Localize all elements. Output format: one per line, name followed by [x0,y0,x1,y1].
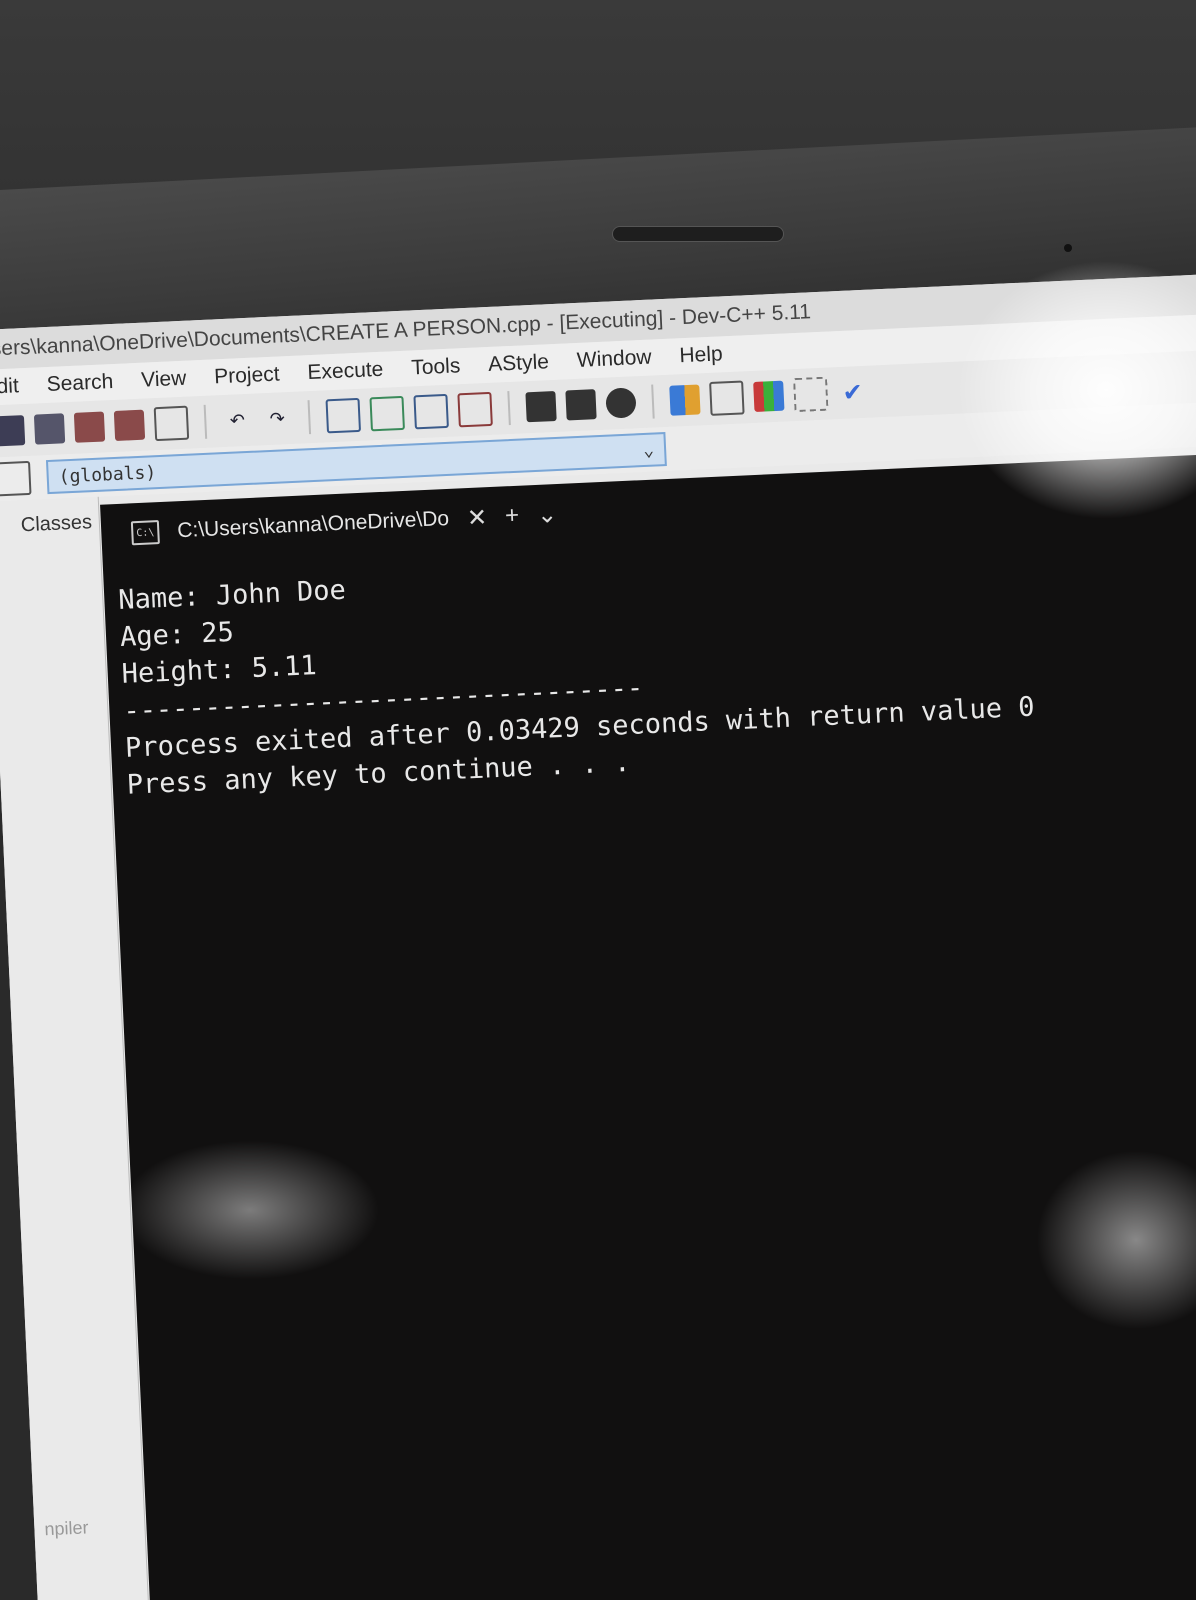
console-tab-title[interactable]: C:\Users\kanna\OneDrive\Do [177,507,450,543]
toolbar-separator [507,391,511,426]
menu-execute[interactable]: Execute [307,358,384,385]
menu-view[interactable]: View [141,367,187,393]
chevron-down-icon[interactable]: ⌄ [643,439,655,460]
window-icon[interactable] [709,380,745,416]
find-icon[interactable] [325,397,362,434]
menu-astyle[interactable]: AStyle [488,350,550,377]
new-project-icon[interactable] [669,384,701,416]
menu-search[interactable]: Search [46,370,114,397]
indent-icon[interactable] [413,393,449,430]
book-icon[interactable] [0,460,32,497]
new-tab-icon[interactable]: + [504,502,519,531]
menu-help[interactable]: Help [679,342,723,368]
menu-tools[interactable]: Tools [411,354,461,380]
save-all-icon[interactable] [33,413,66,445]
close-icon[interactable]: ✕ [466,503,487,533]
menu-window[interactable]: Window [576,346,652,373]
compiler-tab-label[interactable]: npiler [44,1517,89,1540]
photo: sers\kanna\OneDrive\Documents\CREATE A P… [0,0,1196,1600]
undo-icon[interactable]: ↶ [222,405,253,436]
tab-classes[interactable]: Classes [0,497,99,539]
console-window: C:\ C:\Users\kanna\OneDrive\Do ✕ + ⌄ Nam… [100,453,1196,1600]
webcam-dot [1064,244,1072,252]
close-all-icon[interactable] [113,409,146,441]
webcam-slot [612,226,784,242]
toolbar-separator [203,404,208,439]
light-glare [956,260,1196,520]
redo-icon[interactable]: ↷ [262,403,293,434]
terminal-icon: C:\ [130,520,160,546]
chevron-down-icon[interactable]: ⌄ [536,500,557,530]
light-glare [1036,1150,1196,1330]
bookmark-back-icon[interactable] [525,390,557,423]
scope-value: (globals) [58,461,157,488]
menu-project[interactable]: Project [214,362,280,389]
save-icon[interactable] [0,415,26,447]
check-icon[interactable]: ✔ [837,377,868,408]
close-file-icon[interactable] [73,411,106,443]
class-browser-icon[interactable] [753,380,785,412]
print-icon[interactable] [153,405,190,442]
workspace: Classes npiler C:\ C:\Users\kanna\OneDri… [0,446,1196,1600]
unindent-icon[interactable] [457,391,493,428]
goto-icon[interactable] [605,387,637,419]
grid-icon[interactable] [793,376,829,413]
light-glare [120,1140,380,1280]
bookmark-forward-icon[interactable] [565,389,597,421]
toolbar-separator [651,384,655,419]
menu-edit[interactable]: dit [0,374,19,399]
console-output: Name: John Doe Age: 25 Height: 5.11 -------… [103,514,1196,805]
toolbar-separator [307,400,312,435]
replace-icon[interactable] [369,395,405,432]
